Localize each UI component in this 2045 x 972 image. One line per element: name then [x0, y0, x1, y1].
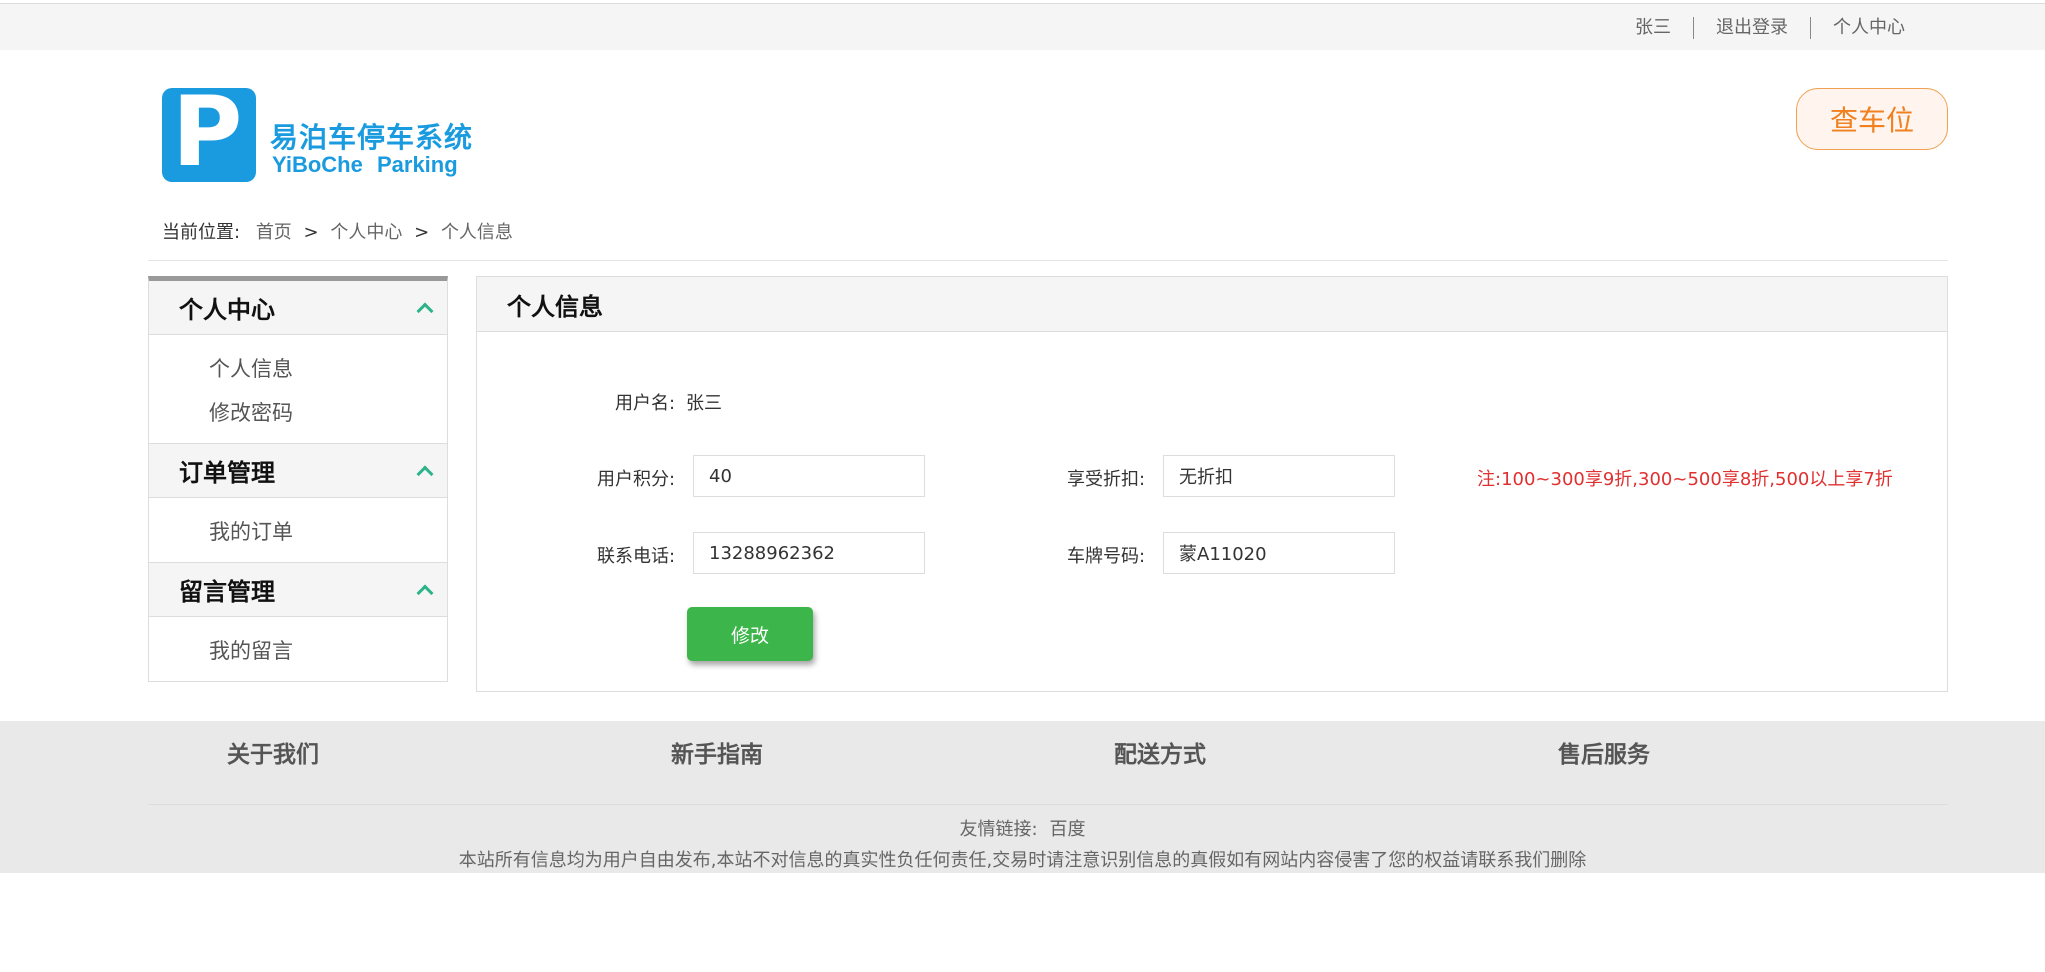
footer-divider [148, 804, 1948, 805]
footer-columns: 关于我们 新手指南 配送方式 售后服务 [0, 721, 2045, 801]
logout-link[interactable]: 退出登录 [1693, 16, 1810, 39]
footer-about-us[interactable]: 关于我们 [227, 735, 319, 769]
phone-label: 联系电话: [597, 546, 676, 567]
sidebar-section-personal-center[interactable]: 个人中心 [149, 281, 447, 335]
phone-input[interactable] [693, 532, 925, 574]
personal-info-panel: 个人信息 用户名: 张三 用户积分: 享受折扣: 注:100~300享9折,30… [476, 276, 1948, 692]
footer-beginner-guide[interactable]: 新手指南 [671, 735, 763, 769]
chevron-up-icon [416, 302, 434, 319]
site-logo[interactable]: P 易泊车停车系统 YiBoChe Parking [162, 82, 472, 182]
parking-logo-icon: P [162, 82, 256, 182]
sidebar-section-title: 留言管理 [179, 578, 275, 606]
sidebar-section-body: 个人信息 修改密码 [149, 335, 447, 444]
breadcrumb-home[interactable]: 首页 [256, 222, 292, 243]
breadcrumb-separator: > [303, 222, 319, 243]
breadcrumb-label: 当前位置: [162, 222, 241, 243]
username-label: 用户名: [615, 393, 676, 414]
username-value: 张三 [686, 393, 722, 414]
breadcrumb-personal-info[interactable]: 个人信息 [441, 222, 513, 243]
panel-header: 个人信息 [477, 277, 1947, 332]
footer: 关于我们 新手指南 配送方式 售后服务 友情链接: 百度 本站所有信息均为用户自由… [0, 721, 2045, 873]
find-parking-spot-button[interactable]: 查车位 [1796, 88, 1948, 150]
breadcrumb: 当前位置: 首页 > 个人中心 > 个人信息 [162, 218, 513, 244]
points-input[interactable] [693, 455, 925, 497]
chevron-up-icon [416, 584, 434, 601]
sidebar-item-personal-info[interactable]: 个人信息 [209, 347, 447, 391]
sidebar-section-order-management[interactable]: 订单管理 [149, 444, 447, 498]
sidebar: 个人中心 个人信息 修改密码 订单管理 我的订单 留言管理 我的留言 [148, 276, 448, 682]
sidebar-section-title: 个人中心 [179, 296, 275, 324]
sidebar-item-change-password[interactable]: 修改密码 [209, 391, 447, 435]
discount-note: 注:100~300享9折,300~500享8折,500以上享7折 [1477, 469, 1893, 490]
personal-center-link[interactable]: 个人中心 [1810, 16, 1927, 39]
footer-disclaimer: 本站所有信息均为用户自由发布,本站不对信息的真实性负任何责任,交易时请注意识别信… [458, 850, 1587, 871]
panel-title: 个人信息 [507, 292, 603, 321]
top-links: 张三 退出登录 个人中心 [1613, 4, 1927, 51]
top-bar: 张三 退出登录 个人中心 [0, 3, 2045, 50]
sidebar-section-body: 我的留言 [149, 617, 447, 681]
chevron-up-icon [416, 465, 434, 482]
header-divider [148, 260, 1948, 261]
sidebar-section-body: 我的订单 [149, 498, 447, 563]
friend-link-baidu[interactable]: 百度 [1050, 819, 1086, 840]
sidebar-item-my-messages[interactable]: 我的留言 [209, 629, 447, 673]
username-link[interactable]: 张三 [1613, 17, 1693, 39]
sidebar-section-message-management[interactable]: 留言管理 [149, 563, 447, 617]
discount-label: 享受折扣: [1067, 469, 1146, 490]
sidebar-item-my-orders[interactable]: 我的订单 [209, 510, 447, 554]
footer-after-sales[interactable]: 售后服务 [1558, 735, 1650, 769]
breadcrumb-separator: > [414, 222, 430, 243]
breadcrumb-personal-center[interactable]: 个人中心 [330, 222, 402, 243]
friend-links: 友情链接: 百度 [0, 815, 2045, 841]
discount-input[interactable] [1163, 455, 1395, 497]
logo-title-cn: 易泊车停车系统 [270, 121, 474, 154]
plate-label: 车牌号码: [1067, 546, 1146, 567]
points-label: 用户积分: [597, 469, 676, 490]
sidebar-section-title: 订单管理 [179, 459, 275, 487]
modify-button[interactable]: 修改 [687, 607, 813, 661]
logo-title-en: YiBoChe Parking [272, 152, 458, 177]
friend-links-label: 友情链接: [959, 819, 1038, 840]
logo-mark: P [172, 76, 243, 188]
footer-delivery[interactable]: 配送方式 [1114, 735, 1206, 769]
plate-input[interactable] [1163, 532, 1395, 574]
